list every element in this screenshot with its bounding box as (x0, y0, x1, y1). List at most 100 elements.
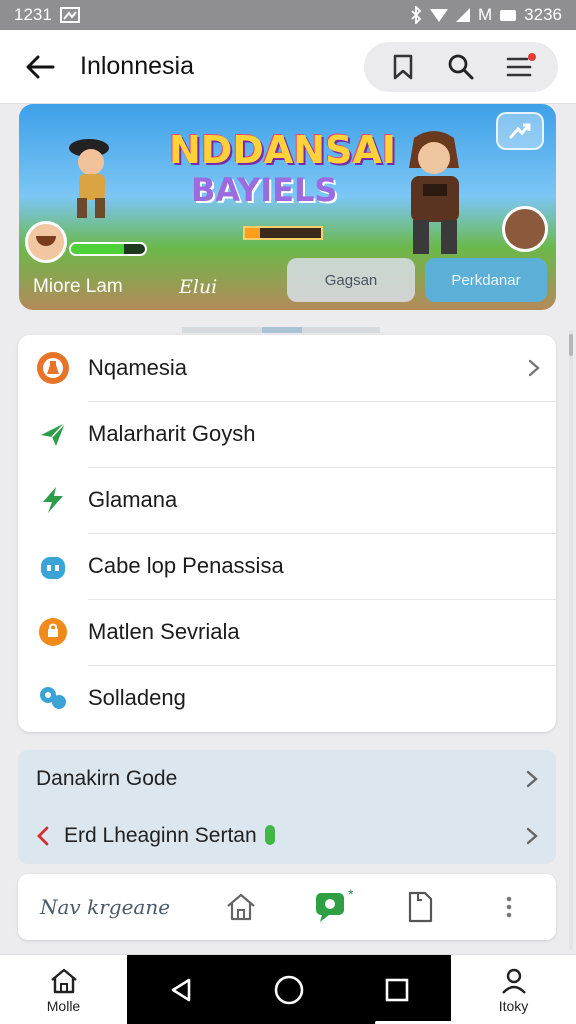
battery-icon (500, 9, 517, 21)
menu-item-cabe-lop-penassisa[interactable]: Cabe lop Penassisa (18, 533, 556, 599)
menu-item-label: Cabe lop Penassisa (88, 553, 284, 578)
flask-icon (36, 351, 70, 385)
player-name-right: Elui (179, 276, 218, 298)
row-erd-lheaginn-sertan[interactable]: Erd Lheaginn Sertan (18, 807, 556, 864)
home-button[interactable] (209, 882, 274, 932)
robot-icon (36, 549, 70, 583)
menu-item-matlen-sevriala[interactable]: Matlen Sevriala (18, 599, 556, 665)
avatar-face (36, 236, 56, 246)
row-danakirn-gode[interactable]: Danakirn Gode (18, 750, 556, 807)
system-navigation (127, 955, 483, 1024)
row-label-wrap: Erd Lheaginn Sertan (64, 824, 526, 848)
carrier-glyph: M (478, 5, 493, 24)
menu-item-nqamesia[interactable]: Nqamesia (18, 335, 556, 401)
villain-character-icon (409, 131, 459, 254)
bottom-nav: Molle Itoky (0, 954, 576, 1024)
banner-title: NDDANSAI BAYIELS (169, 130, 396, 210)
shield-icon (36, 615, 70, 649)
energy-bar (243, 226, 323, 240)
system-home-button[interactable] (259, 960, 319, 1020)
person-icon (501, 968, 526, 994)
nav-tab-label: Molle (46, 997, 81, 1014)
bookmark-icon (393, 54, 413, 79)
page-title: Inlonnesia (80, 52, 194, 80)
share-icon (509, 123, 531, 139)
people-icon (36, 681, 70, 715)
action-group (364, 41, 558, 92)
menu-item-label: Matlen Sevriala (88, 619, 240, 644)
status-bar: 1231 M 3236 (0, 0, 576, 30)
document-button[interactable] (387, 882, 452, 932)
menu-list: Nqamesia Malarharit Goysh Glamana Cabe l… (18, 335, 556, 732)
square-recents-icon (385, 978, 409, 1002)
menu-item-label: Glamana (88, 487, 178, 512)
status-time: 1231 (14, 5, 52, 24)
chevron-right-icon (526, 770, 538, 787)
gagsan-button[interactable]: Gagsan (287, 258, 415, 302)
bookmark-button[interactable] (376, 47, 430, 87)
game-banner[interactable]: NDDANSAI BAYIELS Miore Lam Elui Gagsan P… (19, 104, 556, 310)
status-pill (264, 824, 275, 845)
player-name-left: Miore Lam (33, 276, 123, 297)
back-button[interactable] (18, 45, 62, 89)
chat-icon (315, 893, 344, 922)
search-button[interactable] (434, 47, 488, 87)
health-bar-fill (71, 244, 125, 254)
image-icon (59, 7, 80, 23)
health-bar (69, 242, 147, 256)
notification-dot (528, 52, 536, 61)
nav-tab-molle[interactable]: Molle (0, 955, 127, 1024)
banner-title-line2: BAYIELS (191, 171, 338, 209)
status-right: M 3236 (410, 5, 562, 25)
home-icon (227, 893, 256, 921)
perkdanar-button[interactable]: Perkdanar (425, 258, 547, 302)
scrollbar-thumb[interactable] (569, 334, 573, 356)
document-icon (408, 891, 433, 923)
system-recents-button[interactable] (367, 960, 427, 1020)
paper-plane-icon (36, 417, 70, 451)
more-vertical-icon (506, 896, 512, 918)
menu-item-label: Malarharit Goysh (88, 421, 256, 446)
status-clock: 3236 (524, 5, 562, 24)
menu-item-label: Nqamesia (88, 355, 188, 380)
toolbar-label: Nav krgeane (40, 895, 171, 919)
toolbar-card: Nav krgeane * (18, 874, 556, 940)
arrow-left-icon (26, 55, 55, 78)
more-button[interactable] (477, 882, 542, 932)
share-button[interactable] (496, 112, 544, 150)
carousel-indicator (182, 327, 380, 333)
lightning-icon (36, 483, 70, 517)
home-icon (50, 968, 77, 993)
scrollbar[interactable] (569, 330, 573, 950)
chat-button[interactable]: * (298, 882, 363, 932)
status-left: 1231 (14, 5, 80, 25)
circle-home-icon (274, 975, 304, 1005)
system-back-button[interactable] (151, 960, 211, 1020)
secondary-card: Danakirn Gode Erd Lheaginn Sertan (18, 750, 556, 864)
menu-item-label: Solladeng (88, 685, 186, 710)
menu-item-malarharit-goysh[interactable]: Malarharit Goysh (18, 401, 556, 467)
chevron-right-icon (512, 359, 556, 377)
star-mark: * (347, 886, 354, 902)
search-icon (448, 54, 474, 79)
menu-button[interactable] (492, 47, 546, 87)
row-label: Erd Lheaginn Sertan (64, 823, 257, 847)
menu-item-solladeng[interactable]: Solladeng (18, 665, 556, 731)
bluetooth-icon (411, 6, 422, 24)
app-bar: Inlonnesia (0, 30, 576, 104)
menu-item-glamana[interactable]: Glamana (18, 467, 556, 533)
wifi-icon (430, 8, 448, 22)
chevron-left-icon (37, 826, 49, 845)
nav-tab-label: Itoky (498, 997, 529, 1014)
banner-title-line1: NDDANSAI (169, 128, 397, 172)
player-avatar[interactable] (25, 221, 67, 263)
signal-icon (456, 8, 470, 22)
hero-character-icon (69, 139, 109, 218)
energy-bar-fill (245, 228, 261, 238)
house-icon[interactable] (502, 206, 548, 252)
nav-tab-itoky[interactable]: Itoky (451, 955, 576, 1024)
triangle-back-icon (171, 978, 191, 1002)
carousel-indicator-active (262, 327, 302, 333)
row-label: Danakirn Gode (36, 766, 178, 790)
chevron-right-icon (526, 827, 538, 844)
